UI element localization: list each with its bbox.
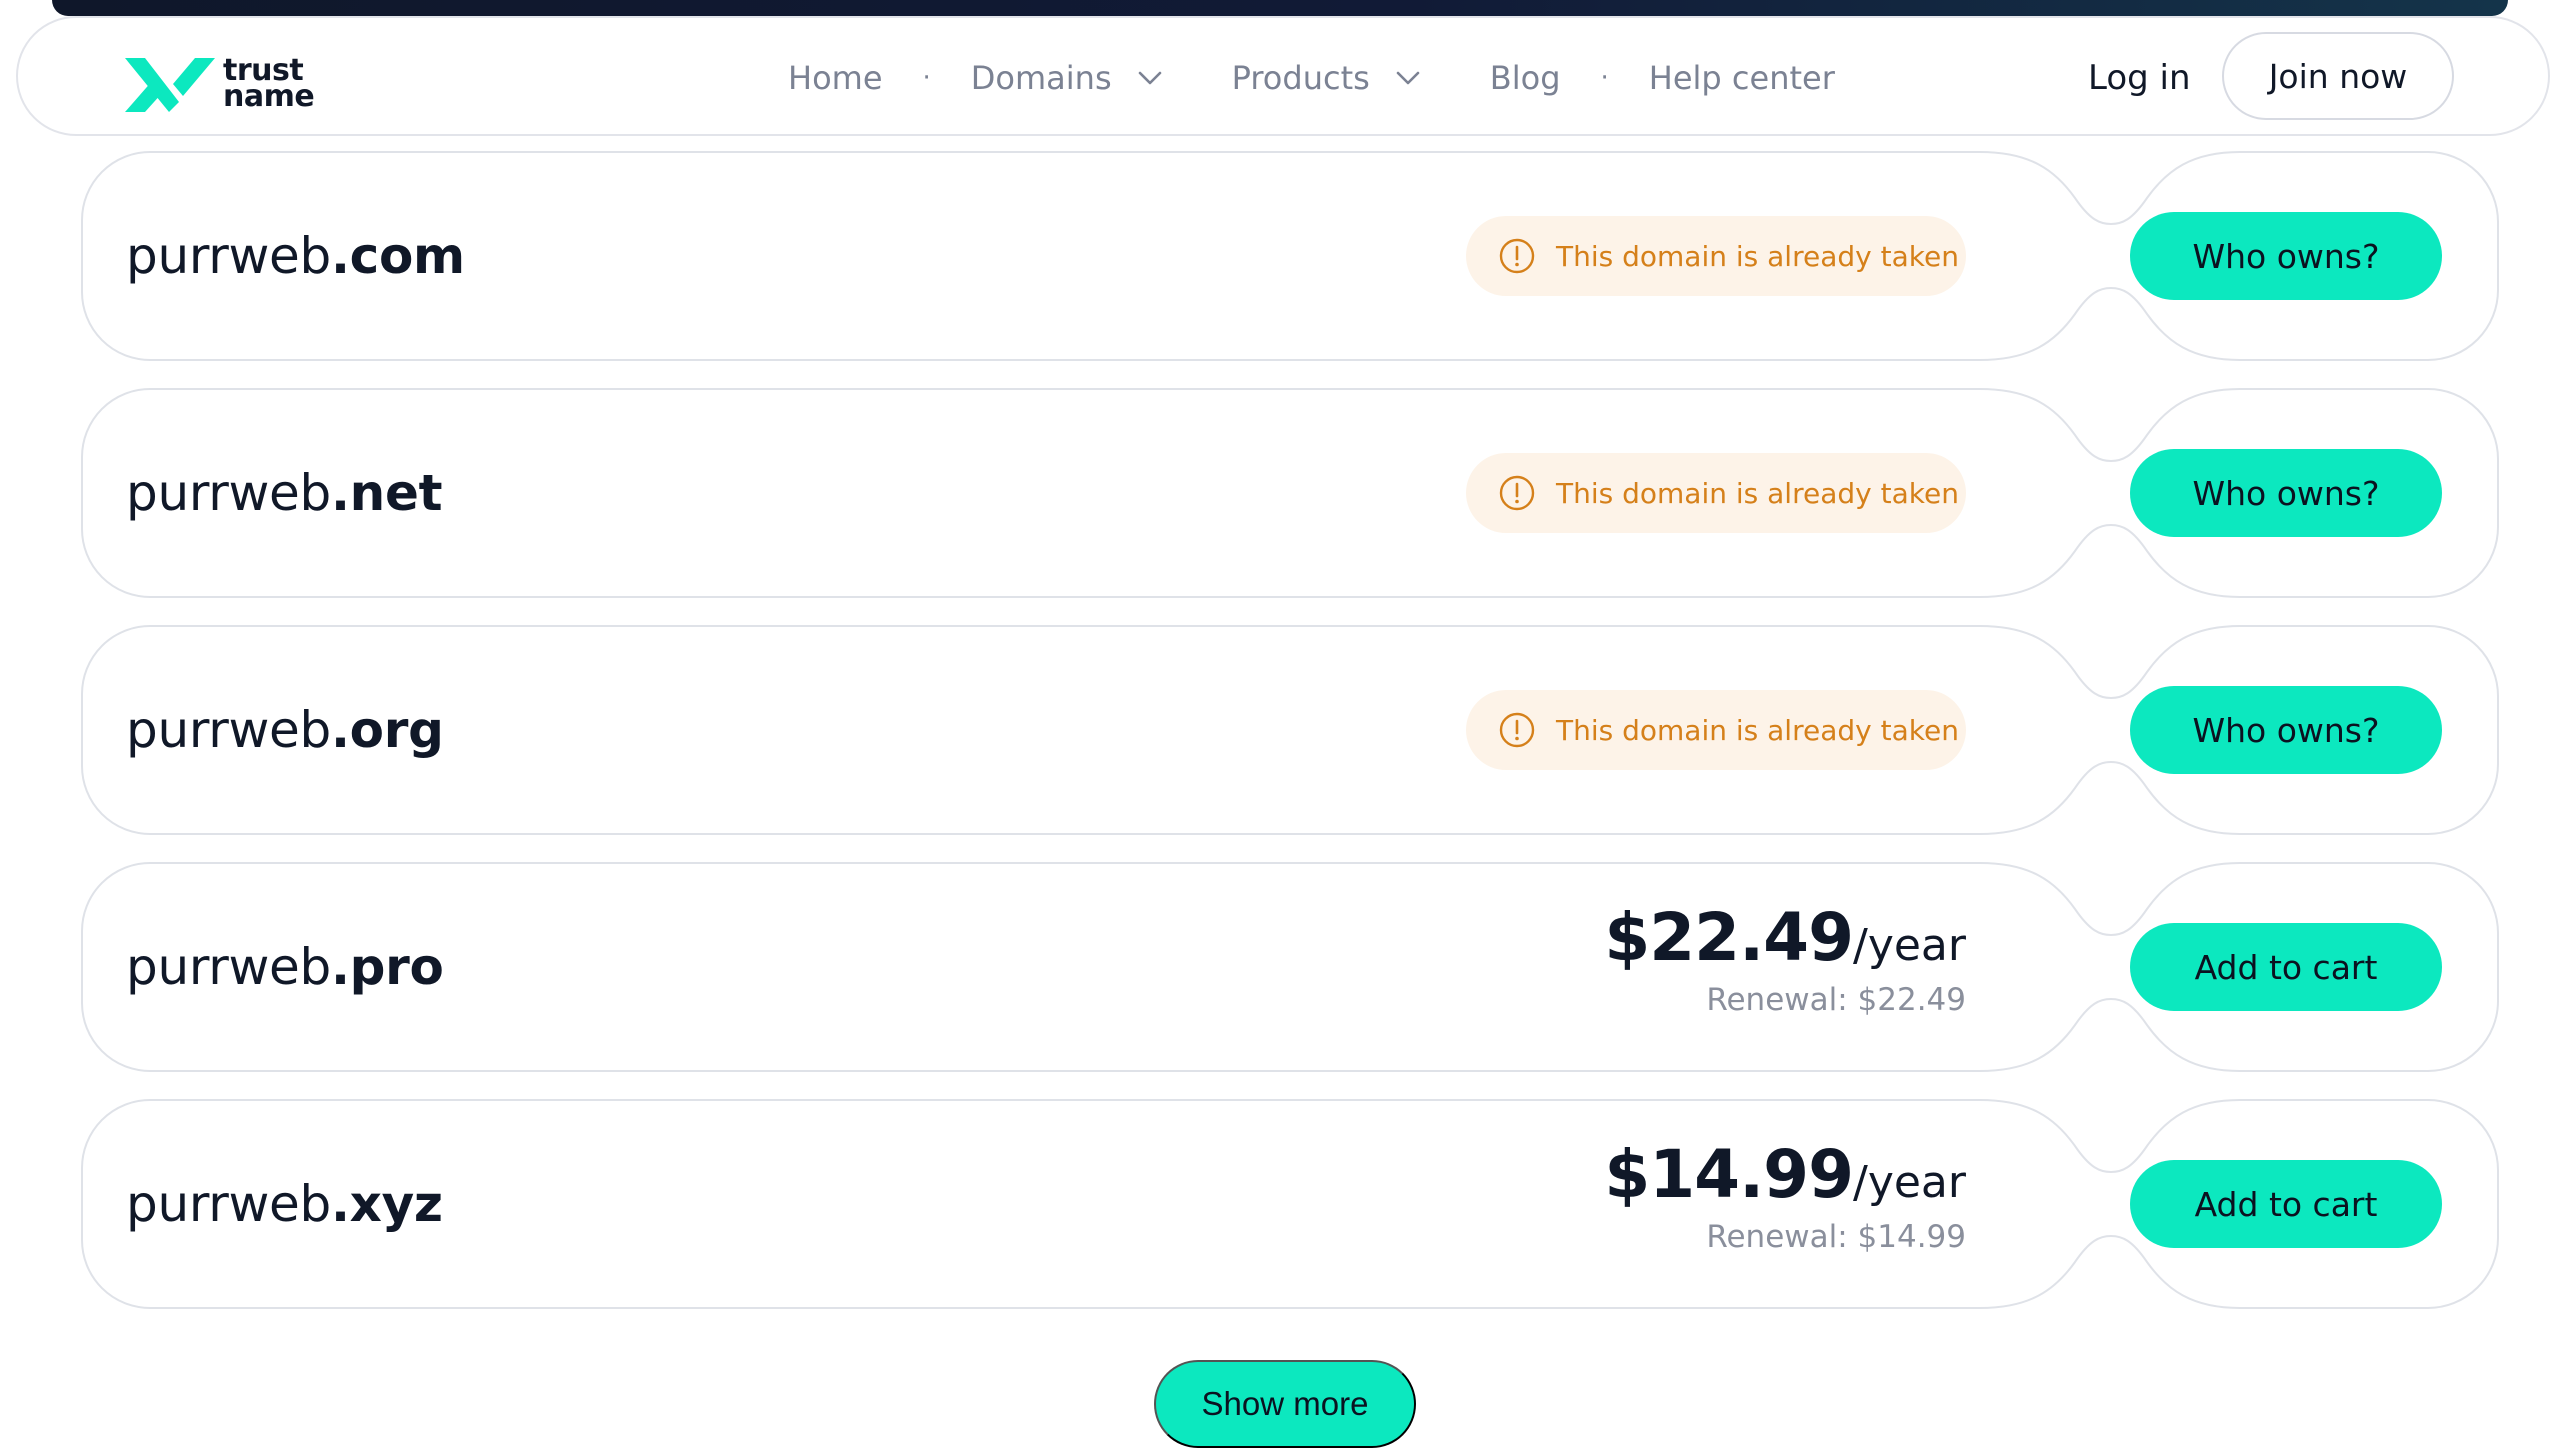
- trustname-logo[interactable]: trust name: [123, 36, 323, 120]
- domain-tld: .pro: [330, 938, 444, 996]
- site-header: trust name Home · Domains Products Blog …: [16, 16, 2550, 136]
- domain-name: purrweb .org: [126, 624, 444, 836]
- domain-name: purrweb .xyz: [126, 1098, 443, 1310]
- chevron-down-icon: [1138, 71, 1162, 85]
- domain-sld: purrweb: [126, 1175, 331, 1233]
- login-link[interactable]: Log in: [2088, 18, 2191, 138]
- price-value: $14.99: [1604, 1136, 1854, 1213]
- price-block: $22.49/year Renewal: $22.49: [1604, 899, 1966, 1018]
- domain-sld: purrweb: [126, 464, 331, 522]
- domain-result-row: purrweb .pro $22.49/year Renewal: $22.49 …: [80, 861, 2500, 1073]
- domain-tld: .net: [330, 464, 443, 522]
- domain-sld: purrweb: [126, 227, 331, 285]
- logo-mark-icon: [125, 58, 215, 112]
- nav-separator: ·: [922, 63, 931, 93]
- nav-help-label: Help center: [1648, 59, 1835, 97]
- nav-help-center[interactable]: Help center: [1649, 59, 1835, 97]
- price-value: $22.49: [1604, 899, 1854, 976]
- nav-separator: ·: [1600, 63, 1609, 93]
- nav-home[interactable]: Home: [788, 59, 883, 97]
- price-unit: /year: [1853, 1157, 1966, 1208]
- domain-name: purrweb .pro: [126, 861, 444, 1073]
- nav-products-label: Products: [1231, 59, 1370, 97]
- who-owns-button[interactable]: Who owns?: [2130, 686, 2442, 774]
- domain-sld: purrweb: [126, 938, 331, 996]
- domain-results-list: purrweb .com This domain is already taken…: [80, 150, 2500, 1335]
- status-text: This domain is already taken: [1556, 476, 1959, 510]
- logo-wordmark: trust name: [223, 56, 343, 114]
- domain-tld: .xyz: [330, 1175, 443, 1233]
- warning-icon: [1498, 237, 1536, 275]
- renewal-price: Renewal: $22.49: [1706, 982, 1966, 1018]
- status-badge: This domain is already taken: [1466, 453, 1966, 533]
- nav-home-label: Home: [788, 59, 883, 97]
- main-nav: Home · Domains Products Blog · Help cent…: [788, 18, 1835, 138]
- status-badge: This domain is already taken: [1466, 216, 1966, 296]
- nav-domains-label: Domains: [970, 59, 1112, 97]
- warning-icon: [1498, 474, 1536, 512]
- domain-name: purrweb .net: [126, 387, 442, 599]
- add-to-cart-button[interactable]: Add to cart: [2130, 923, 2442, 1011]
- add-to-cart-button[interactable]: Add to cart: [2130, 1160, 2442, 1248]
- status-badge: This domain is already taken: [1466, 690, 1966, 770]
- status-text: This domain is already taken: [1556, 239, 1959, 273]
- price-unit: /year: [1853, 920, 1966, 971]
- warning-icon: [1498, 711, 1536, 749]
- domain-sld: purrweb: [126, 701, 331, 759]
- show-more-button[interactable]: Show more: [1154, 1360, 1416, 1448]
- who-owns-button[interactable]: Who owns?: [2130, 212, 2442, 300]
- nav-blog[interactable]: Blog: [1490, 59, 1561, 97]
- domain-result-row: purrweb .com This domain is already taken…: [80, 150, 2500, 362]
- join-now-button[interactable]: Join now: [2222, 32, 2454, 120]
- who-owns-button[interactable]: Who owns?: [2130, 449, 2442, 537]
- nav-blog-label: Blog: [1489, 59, 1561, 97]
- domain-tld: .com: [330, 227, 465, 285]
- logo-line-2: name: [223, 79, 315, 114]
- domain-result-row: purrweb .xyz $14.99/year Renewal: $14.99 …: [80, 1098, 2500, 1310]
- top-banner-strip: [52, 0, 2508, 16]
- nav-products[interactable]: Products: [1232, 59, 1420, 97]
- domain-result-row: purrweb .net This domain is already taken…: [80, 387, 2500, 599]
- domain-result-row: purrweb .org This domain is already taken…: [80, 624, 2500, 836]
- price-block: $14.99/year Renewal: $14.99: [1604, 1136, 1966, 1255]
- domain-name: purrweb .com: [126, 150, 465, 362]
- domain-tld: .org: [330, 701, 444, 759]
- chevron-down-icon: [1396, 71, 1420, 85]
- status-text: This domain is already taken: [1556, 713, 1959, 747]
- nav-domains[interactable]: Domains: [971, 59, 1162, 97]
- renewal-price: Renewal: $14.99: [1706, 1219, 1966, 1255]
